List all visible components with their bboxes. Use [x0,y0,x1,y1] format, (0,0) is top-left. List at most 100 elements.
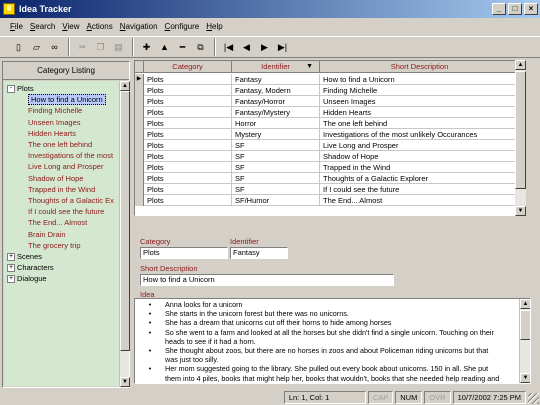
scroll-up-icon[interactable]: ▲ [515,60,526,70]
table-row[interactable]: Plots Mystery Investigations of the most u… [135,129,520,140]
tree-leaf[interactable]: Live Long and Prosper [28,161,103,172]
menu-item-search[interactable]: Search [30,22,55,31]
category-field[interactable]: Plots [140,247,228,259]
current-row-icon[interactable]: ▶ [135,74,144,85]
table-cell[interactable]: Thoughts of a Galactic Explorer [320,173,520,184]
menu-item-file[interactable]: File [10,22,23,31]
table-cell[interactable]: How to find a Unicorn [320,74,520,85]
scroll-thumb[interactable] [120,91,130,351]
delete-record-icon[interactable]: ━ [174,39,191,56]
tree-leaf[interactable]: Unseen Images [28,117,81,128]
table-cell[interactable]: If I could see the future [320,184,520,195]
table-cell[interactable]: Plots [144,85,232,96]
table-cell[interactable]: SF [232,140,320,151]
table-cell[interactable]: Plots [144,151,232,162]
tree-leaf[interactable]: Finding Michelle [28,105,82,116]
column-header[interactable]: Short Description [320,61,520,73]
scroll-up-icon[interactable]: ▲ [520,299,530,309]
add-record-icon[interactable]: ✚ [138,39,155,56]
table-row[interactable]: Plots Horror The one left behind [135,118,520,129]
tree-node[interactable]: + Dialogue [7,273,47,284]
windows-icon[interactable]: ⧉ [192,39,209,56]
grid-scrollbar[interactable]: ▲ ▼ [515,60,526,216]
table-cell[interactable]: SF [232,184,320,195]
row-selector-header[interactable] [135,61,144,73]
maximize-button[interactable]: □ [508,3,522,15]
tree-leaf[interactable]: How to find a Unicorn [28,94,106,106]
scroll-thumb[interactable] [515,71,526,189]
table-row[interactable]: Plots SF Shadow of Hope [135,151,520,162]
table-cell[interactable]: Trapped in the Wind [320,162,520,173]
table-cell[interactable]: Plots [144,195,232,206]
column-header[interactable]: Identifier ▼ [232,61,320,73]
row-selector[interactable] [135,140,144,151]
idea-scrollbar[interactable]: ▲ ▼ [519,299,530,383]
row-selector[interactable] [135,195,144,206]
tree-node[interactable]: - Plots [7,83,34,94]
cut-icon[interactable]: ✂ [74,39,91,56]
title-bar[interactable]: Idea Tracker _ □ × [0,0,540,18]
scroll-down-icon[interactable]: ▼ [120,377,130,387]
expand-icon[interactable]: + [7,264,15,273]
tree-leaf[interactable]: Hidden Hearts [28,128,76,139]
tree-leaf[interactable]: The End... Almost [28,217,87,228]
resize-grip[interactable] [528,393,539,404]
table-cell[interactable]: Live Long and Prosper [320,140,520,151]
table-row[interactable]: Plots Fantasy/Mystery Hidden Hearts [135,107,520,118]
menu-item-actions[interactable]: Actions [86,22,112,31]
move-up-icon[interactable]: ▲ [156,39,173,56]
table-cell[interactable]: SF [232,151,320,162]
scroll-down-icon[interactable]: ▼ [520,373,530,383]
table-cell[interactable]: Plots [144,173,232,184]
row-selector[interactable] [135,85,144,96]
table-cell[interactable]: SF [232,173,320,184]
menu-item-view[interactable]: View [62,22,79,31]
table-cell[interactable]: Shadow of Hope [320,151,520,162]
expand-icon[interactable]: + [7,275,15,284]
close-button[interactable]: × [524,3,538,15]
tree-scrollbar[interactable]: ▲ ▼ [119,81,130,387]
table-cell[interactable]: Plots [144,184,232,195]
table-row[interactable]: Plots SF Trapped in the Wind [135,162,520,173]
row-selector[interactable] [135,118,144,129]
previous-record-icon[interactable]: ◀ [238,39,255,56]
row-selector[interactable] [135,107,144,118]
table-row[interactable]: ▶ Plots Fantasy How to find a Unicorn [135,74,520,85]
next-record-icon[interactable]: ▶ [256,39,273,56]
last-record-icon[interactable]: ▶| [274,39,291,56]
table-cell[interactable]: Plots [144,96,232,107]
table-cell[interactable]: Fantasy/Mystery [232,107,320,118]
table-cell[interactable]: Fantasy [232,74,320,85]
expand-icon[interactable]: + [7,253,15,262]
identifier-field[interactable]: Fantasy [230,247,288,259]
table-cell[interactable]: Plots [144,74,232,85]
table-cell[interactable]: Plots [144,140,232,151]
open-folder-icon[interactable]: ▱ [28,39,45,56]
table-row[interactable]: Plots Fantasy, Modern Finding Michelle [135,85,520,96]
row-selector[interactable] [135,162,144,173]
first-record-icon[interactable]: |◀ [220,39,237,56]
short-description-field[interactable]: How to find a Unicorn [140,274,394,286]
scroll-up-icon[interactable]: ▲ [120,81,130,91]
table-cell[interactable]: The one left behind [320,118,520,129]
table-cell[interactable]: Unseen Images [320,96,520,107]
table-row[interactable]: Plots SF Live Long and Prosper [135,140,520,151]
table-cell[interactable]: Horror [232,118,320,129]
minimize-button[interactable]: _ [492,3,506,15]
table-row[interactable]: Plots SF Thoughts of a Galactic Explorer [135,173,520,184]
table-cell[interactable]: Investigations of the most unlikely Occu… [320,129,520,140]
table-cell[interactable]: Plots [144,162,232,173]
tree-leaf[interactable]: Shadow of Hope [28,173,83,184]
tree-leaf[interactable]: Thoughts of a Galactic Ex [28,195,114,206]
scroll-down-icon[interactable]: ▼ [515,206,526,216]
table-cell[interactable]: SF/Humor [232,195,320,206]
tree-leaf[interactable]: The one left behind [28,139,92,150]
row-selector[interactable] [135,173,144,184]
table-cell[interactable]: Mystery [232,129,320,140]
table-cell[interactable]: Fantasy, Modern [232,85,320,96]
table-cell[interactable]: Plots [144,129,232,140]
table-cell[interactable]: The End... Almost [320,195,520,206]
table-cell[interactable]: Plots [144,118,232,129]
new-file-icon[interactable]: ▯ [10,39,27,56]
table-cell[interactable]: Plots [144,107,232,118]
